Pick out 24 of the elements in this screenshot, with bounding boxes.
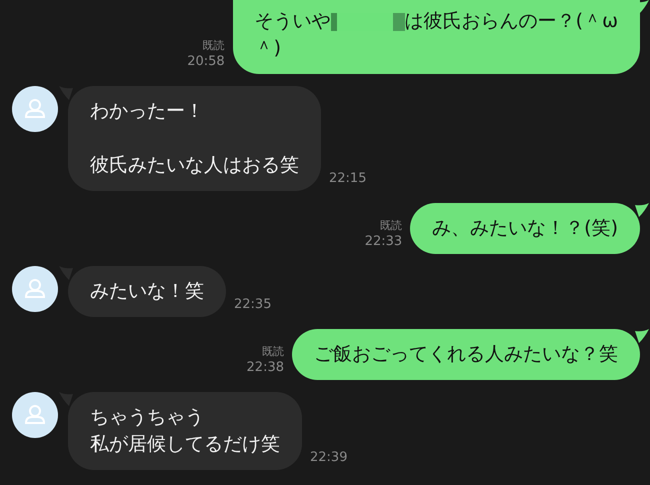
message-text: そういや xyxy=(254,9,331,34)
message-text: み、みたいな！？(笑) xyxy=(432,216,618,241)
message-text: は彼氏おらんのー？(＾ω xyxy=(404,9,618,34)
message-text: ＾) xyxy=(254,36,282,61)
message-text: 彼氏みたいな人はおる笑 xyxy=(90,153,299,178)
message-time: 20:58 xyxy=(187,54,225,70)
message-text: ちゃうちゃう xyxy=(90,405,204,430)
message-text: 私が居候してるだけ笑 xyxy=(90,432,280,457)
message-time: 22:33 xyxy=(364,234,402,250)
bubble-tail xyxy=(635,329,649,343)
message-time: 22:15 xyxy=(329,171,366,187)
avatar-icon xyxy=(12,86,58,132)
bubble-tail xyxy=(635,203,649,217)
message-text: みたいな！笑 xyxy=(90,279,204,304)
avatar-icon xyxy=(12,392,58,438)
read-receipt: 既読 xyxy=(380,218,402,234)
message-text: ご飯おごってくれる人みたいな？笑 xyxy=(314,342,618,367)
read-receipt: 既読 xyxy=(262,344,284,360)
avatar-icon xyxy=(12,266,58,312)
read-receipt: 既読 xyxy=(202,38,225,54)
message-time: 22:39 xyxy=(310,450,348,466)
message-time: 22:35 xyxy=(234,297,272,313)
message-text: わかったー！ xyxy=(90,99,204,124)
message-time: 22:38 xyxy=(246,360,284,376)
